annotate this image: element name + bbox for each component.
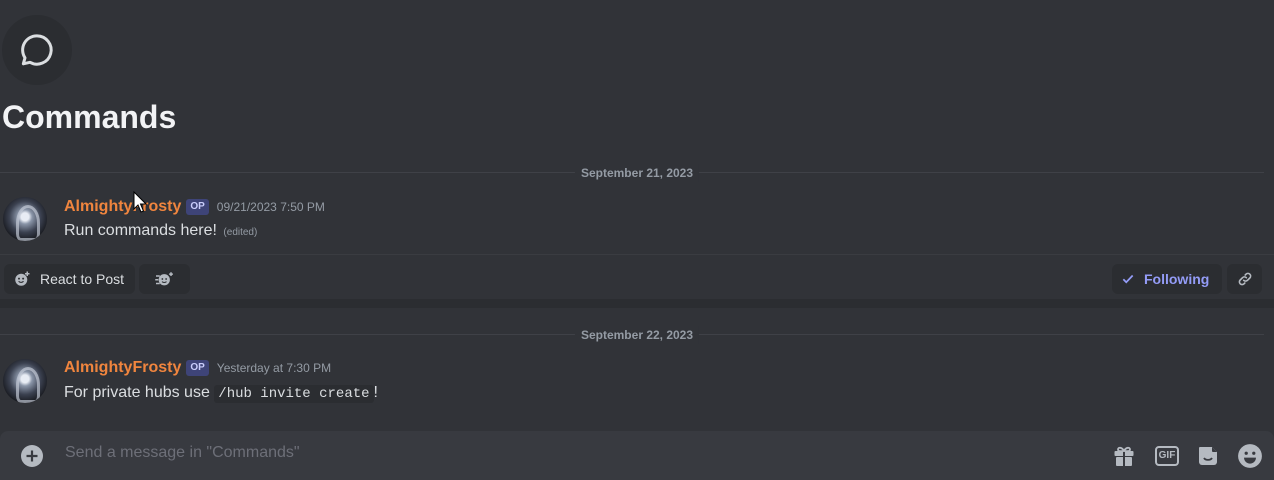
gif-icon: GIF — [1154, 446, 1180, 466]
message-text: Run commands here! — [64, 222, 217, 239]
add-circle-icon — [21, 445, 43, 467]
message-input[interactable] — [63, 443, 967, 463]
copy-link-button[interactable] — [1227, 264, 1262, 294]
post-actions: React to Post Following — [0, 254, 1274, 300]
username[interactable]: AlmightyFrosty — [64, 359, 181, 377]
message-header: AlmightyFrosty OP 09/21/2023 7:50 PM — [64, 198, 325, 216]
message-header: AlmightyFrosty OP Yesterday at 7:30 PM — [64, 359, 331, 377]
checkmark-icon — [1122, 274, 1134, 284]
date-divider-label: September 22, 2023 — [574, 326, 700, 344]
timestamp[interactable]: 09/21/2023 7:50 PM — [217, 200, 325, 214]
timestamp[interactable]: Yesterday at 7:30 PM — [217, 361, 331, 375]
date-divider: September 22, 2023 — [0, 325, 1274, 345]
username[interactable]: AlmightyFrosty — [64, 198, 181, 216]
message-text-after: ! — [373, 384, 378, 401]
date-divider-label: September 21, 2023 — [574, 164, 700, 182]
emoji-icon — [1238, 444, 1262, 468]
super-reaction-button[interactable] — [139, 264, 190, 294]
inline-code: /hub invite create — [214, 385, 374, 403]
date-divider: September 21, 2023 — [0, 163, 1274, 183]
react-to-post-label: React to Post — [40, 271, 125, 287]
gift-icon — [1114, 446, 1134, 466]
op-badge: OP — [186, 360, 209, 376]
following-label: Following — [1144, 271, 1210, 287]
link-icon — [1238, 272, 1251, 286]
message-composer: GIF — [0, 431, 1274, 480]
message-text-before: For private hubs use — [64, 384, 215, 401]
avatar[interactable] — [3, 197, 47, 241]
thread-icon — [2, 15, 72, 85]
following-button[interactable]: Following — [1112, 264, 1222, 294]
sticker-icon — [1199, 447, 1217, 465]
super-reaction-icon — [154, 272, 173, 286]
message-content: Run commands here! (edited) — [64, 220, 257, 244]
add-reaction-icon — [15, 271, 30, 286]
thread-separator — [0, 299, 1274, 308]
mouse-cursor-icon — [133, 191, 147, 213]
message-content: For private hubs use /hub invite create! — [64, 382, 378, 405]
avatar[interactable] — [3, 359, 47, 403]
thread-title: Commands — [2, 99, 177, 135]
gif-button[interactable]: GIF — [1152, 443, 1182, 469]
gift-button[interactable] — [1111, 443, 1137, 469]
sticker-button[interactable] — [1195, 443, 1221, 469]
emoji-button[interactable] — [1237, 443, 1263, 469]
react-to-post-button[interactable]: React to Post — [4, 264, 135, 294]
attach-button[interactable] — [19, 443, 45, 469]
op-badge: OP — [186, 199, 209, 215]
edited-label: (edited) — [223, 227, 258, 238]
chat-bubble-icon — [21, 34, 53, 66]
